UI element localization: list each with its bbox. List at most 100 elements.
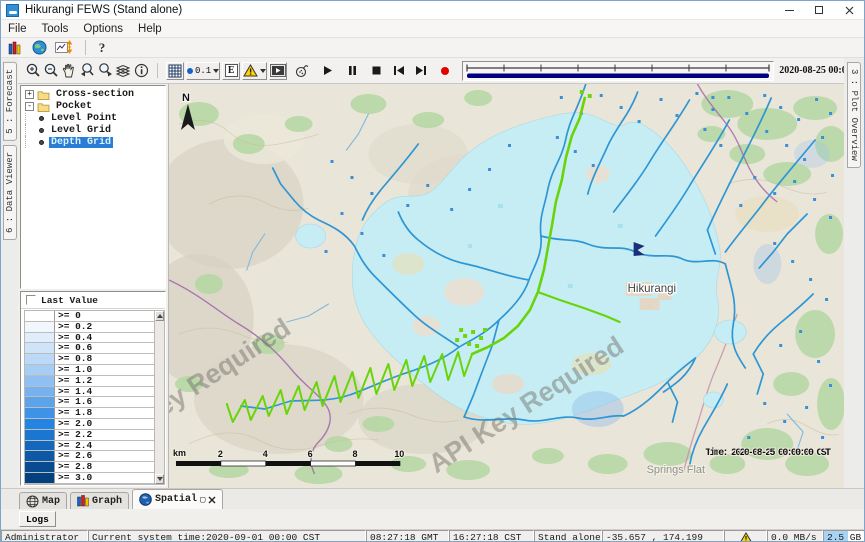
- tab-graph[interactable]: Graph: [70, 492, 129, 509]
- class-break-dropdown[interactable]: 0.1: [186, 62, 220, 80]
- map-viewport[interactable]: Hikurangi Springs Flat API Key Required …: [168, 84, 844, 488]
- step-begin-button[interactable]: [390, 62, 408, 80]
- tree-item-pocket[interactable]: - Pocket: [25, 101, 165, 113]
- side-tab-forecast[interactable]: 5 : Forecast: [3, 62, 17, 141]
- main-toolbar: ?: [1, 38, 864, 58]
- tree-item-level-grid[interactable]: Level Grid: [25, 124, 165, 136]
- collapse-icon[interactable]: -: [25, 102, 34, 111]
- scroll-down-icon[interactable]: [155, 474, 164, 484]
- tree-item-depth-grid[interactable]: Depth Grid: [25, 136, 165, 148]
- menu-help[interactable]: Help: [138, 23, 162, 35]
- minimize-button[interactable]: [774, 1, 804, 19]
- pan-button[interactable]: [60, 62, 78, 80]
- import-export-button[interactable]: [54, 39, 72, 57]
- legend-swatch: [25, 430, 55, 440]
- status-memory[interactable]: 2.5 GB: [823, 530, 865, 542]
- status-bar: Administrator Current system time:2020-0…: [1, 529, 864, 542]
- menu-options[interactable]: Options: [83, 23, 123, 35]
- layer-bullet-icon: [39, 140, 44, 145]
- status-download-rate: 0.0 MB/s: [767, 530, 823, 542]
- close-button[interactable]: [834, 1, 864, 19]
- scroll-up-icon[interactable]: [155, 311, 164, 321]
- tab-spatial[interactable]: Spatial ▢: [132, 489, 223, 509]
- last-value-checkbox[interactable]: [26, 295, 36, 305]
- maximize-icon: [815, 6, 823, 14]
- record-button[interactable]: [436, 62, 454, 80]
- window-title: Hikurangi FEWS (Stand alone): [25, 4, 182, 16]
- layers-button[interactable]: [114, 62, 132, 80]
- skip-to-start-icon: [393, 65, 405, 76]
- restore-panel-icon[interactable]: ▢: [200, 495, 205, 505]
- movie-button[interactable]: [269, 62, 287, 80]
- legend-label: >= 1.6: [55, 397, 154, 407]
- expander-icon[interactable]: +: [25, 90, 34, 99]
- step-end-button[interactable]: [412, 62, 430, 80]
- pause-icon: [348, 65, 357, 76]
- tab-map-label: Map: [42, 496, 60, 507]
- layers-icon: [115, 63, 132, 78]
- pause-button[interactable]: [343, 62, 361, 80]
- logs-button[interactable]: Logs: [19, 511, 56, 527]
- map-display-button[interactable]: [30, 39, 48, 57]
- legend-panel: Last Value >= 0 >= 0.2 >= 0.4 >= 0.6 >= …: [20, 291, 166, 486]
- grid-display-button[interactable]: [166, 62, 184, 80]
- app-logo-icon: [6, 4, 19, 17]
- help-button[interactable]: ?: [93, 39, 111, 57]
- time-slider[interactable]: [462, 61, 774, 81]
- scale-unit: km: [173, 448, 186, 458]
- chevron-down-icon: [213, 69, 219, 73]
- warnings-dropdown[interactable]: [242, 62, 267, 80]
- close-tab-icon[interactable]: [208, 496, 216, 504]
- layer-bullet-icon: [39, 128, 44, 133]
- map-toolbar: 0.1 E: [18, 58, 844, 84]
- tree-item-level-point[interactable]: Level Point: [25, 113, 165, 125]
- zoom-in-button[interactable]: [24, 62, 42, 80]
- tree-item-label: Cross-section: [54, 89, 136, 100]
- play-button[interactable]: [319, 62, 337, 80]
- legend-swatch: [25, 354, 55, 364]
- explorer-button[interactable]: [6, 39, 24, 57]
- legend-swatch: [25, 451, 55, 461]
- side-tab-data-viewer[interactable]: 6 : Data Viewer: [3, 145, 17, 240]
- menu-file[interactable]: File: [8, 23, 27, 35]
- info-button[interactable]: [132, 62, 150, 80]
- help-icon: ?: [99, 40, 106, 56]
- legend-list: >= 0 >= 0.2 >= 0.4 >= 0.6 >= 0.8 >= 1.0 …: [24, 310, 154, 485]
- status-system-time: Current system time:2020-09-01 00:00 CST: [88, 530, 366, 542]
- flask-button[interactable]: [293, 62, 311, 80]
- wire-globe-icon: [26, 495, 39, 508]
- status-warning-cell[interactable]: [724, 530, 767, 542]
- legend-row[interactable]: >= 0.2: [25, 322, 154, 333]
- tree-item-label-selected: Depth Grid: [49, 137, 113, 148]
- legend-swatch: [25, 484, 55, 485]
- tree-item-cross-section[interactable]: + Cross-section: [25, 89, 165, 101]
- north-label: N: [182, 92, 190, 104]
- tab-map[interactable]: Map: [19, 492, 67, 509]
- legend-row[interactable]: >= 2.2: [25, 430, 154, 441]
- menu-tools[interactable]: Tools: [42, 23, 69, 35]
- globe-icon: [32, 40, 47, 55]
- maximize-button[interactable]: [804, 1, 834, 19]
- zoom-previous-button[interactable]: [78, 62, 96, 80]
- grid-icon: [168, 64, 182, 78]
- left-panel: + Cross-section - Pocket Level P: [18, 84, 168, 488]
- legend-scrollbar[interactable]: [154, 310, 165, 485]
- legend-row[interactable]: >= 1.2: [25, 376, 154, 387]
- status-coordinates: -35.657 , 174.199: [602, 530, 724, 542]
- zoom-out-button[interactable]: [42, 62, 60, 80]
- legend-swatch: [25, 387, 55, 397]
- zoom-out-icon: [43, 62, 60, 79]
- chevron-down-icon: [260, 69, 266, 73]
- legend-swatch: [25, 419, 55, 429]
- legend-row[interactable]: >= 3.2: [25, 484, 154, 485]
- zoom-next-icon: [97, 62, 114, 79]
- legend-label: >= 1.8: [55, 408, 154, 418]
- close-icon: [845, 6, 854, 15]
- side-tab-plot-overview[interactable]: 3 : Plot Overview: [847, 62, 861, 168]
- bar-chart-icon: [77, 495, 89, 507]
- legend-label: >= 1.0: [55, 365, 154, 375]
- stop-button[interactable]: [367, 62, 385, 80]
- zoom-next-button[interactable]: [96, 62, 114, 80]
- labels-toggle-button[interactable]: E: [222, 62, 240, 80]
- tab-graph-label: Graph: [92, 496, 122, 507]
